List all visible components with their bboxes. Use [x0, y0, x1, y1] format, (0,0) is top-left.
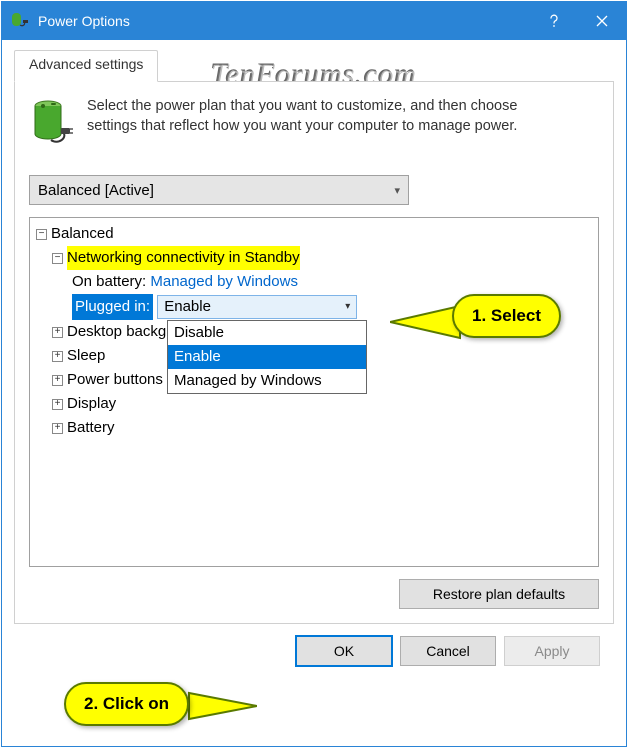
tree-setting-on-battery[interactable]: On battery: Managed by Windows	[72, 270, 592, 294]
option-disable[interactable]: Disable	[168, 321, 366, 345]
window-title: Power Options	[38, 13, 530, 29]
power-options-window: Power Options TenForums.com Advanced set…	[1, 1, 627, 747]
tree-label: Battery	[67, 416, 115, 440]
expand-icon[interactable]: +	[52, 375, 63, 386]
client-area: Advanced settings Select the	[2, 40, 626, 686]
help-button[interactable]	[530, 2, 578, 40]
on-battery-value[interactable]: Managed by Windows	[150, 270, 298, 294]
battery-plug-icon	[10, 11, 30, 31]
expand-icon[interactable]: +	[52, 399, 63, 410]
plan-dropdown[interactable]: Balanced [Active] ▾	[29, 175, 409, 205]
callout-click-on: 2. Click on	[64, 682, 189, 726]
plugged-in-label: Plugged in:	[72, 294, 153, 320]
option-managed[interactable]: Managed by Windows	[168, 369, 366, 393]
plugged-in-value: Enable	[164, 295, 211, 319]
titlebar: Power Options	[2, 2, 626, 40]
tree-node-networking-standby[interactable]: − Networking connectivity in Standby	[52, 246, 592, 270]
tree-node-display[interactable]: + Display	[52, 392, 592, 416]
tab-advanced-settings[interactable]: Advanced settings	[14, 50, 158, 82]
cancel-button[interactable]: Cancel	[400, 636, 496, 666]
expand-icon[interactable]: +	[52, 327, 63, 338]
callout-tail	[187, 690, 257, 722]
intro-text: Select the power plan that you want to c…	[87, 96, 547, 157]
chevron-down-icon: ▾	[394, 184, 400, 197]
plugged-in-dropdown[interactable]: Enable ▾	[157, 295, 357, 319]
collapse-icon[interactable]: −	[52, 253, 63, 264]
tree-label: Sleep	[67, 344, 105, 368]
callout-select: 1. Select	[452, 294, 561, 338]
settings-tree[interactable]: − Balanced − Networking connectivity in …	[29, 217, 599, 567]
tree-node-battery[interactable]: + Battery	[52, 416, 592, 440]
collapse-icon[interactable]: −	[36, 229, 47, 240]
chevron-down-icon: ▾	[345, 295, 350, 319]
battery-large-icon	[29, 98, 73, 157]
close-button[interactable]	[578, 2, 626, 40]
dialog-button-row: OK Cancel Apply	[14, 624, 614, 674]
restore-defaults-button[interactable]: Restore plan defaults	[399, 579, 599, 609]
tree-label-highlighted: Networking connectivity in Standby	[67, 246, 300, 270]
expand-icon[interactable]: +	[52, 423, 63, 434]
plugged-in-dropdown-list[interactable]: Disable Enable Managed by Windows	[167, 320, 367, 394]
plan-dropdown-value: Balanced [Active]	[38, 182, 154, 199]
apply-button: Apply	[504, 636, 600, 666]
intro-block: Select the power plan that you want to c…	[29, 96, 599, 157]
tab-strip: Advanced settings	[14, 50, 614, 82]
ok-button[interactable]: OK	[296, 636, 392, 666]
restore-row: Restore plan defaults	[29, 579, 599, 609]
tree-label: Display	[67, 392, 116, 416]
tree-node-balanced[interactable]: − Balanced	[36, 222, 592, 246]
tree-label: Desktop backg	[67, 320, 166, 344]
tab-panel: Select the power plan that you want to c…	[14, 81, 614, 624]
on-battery-label: On battery:	[72, 270, 146, 294]
tree-label: Balanced	[51, 222, 114, 246]
option-enable[interactable]: Enable	[168, 345, 366, 369]
expand-icon[interactable]: +	[52, 351, 63, 362]
